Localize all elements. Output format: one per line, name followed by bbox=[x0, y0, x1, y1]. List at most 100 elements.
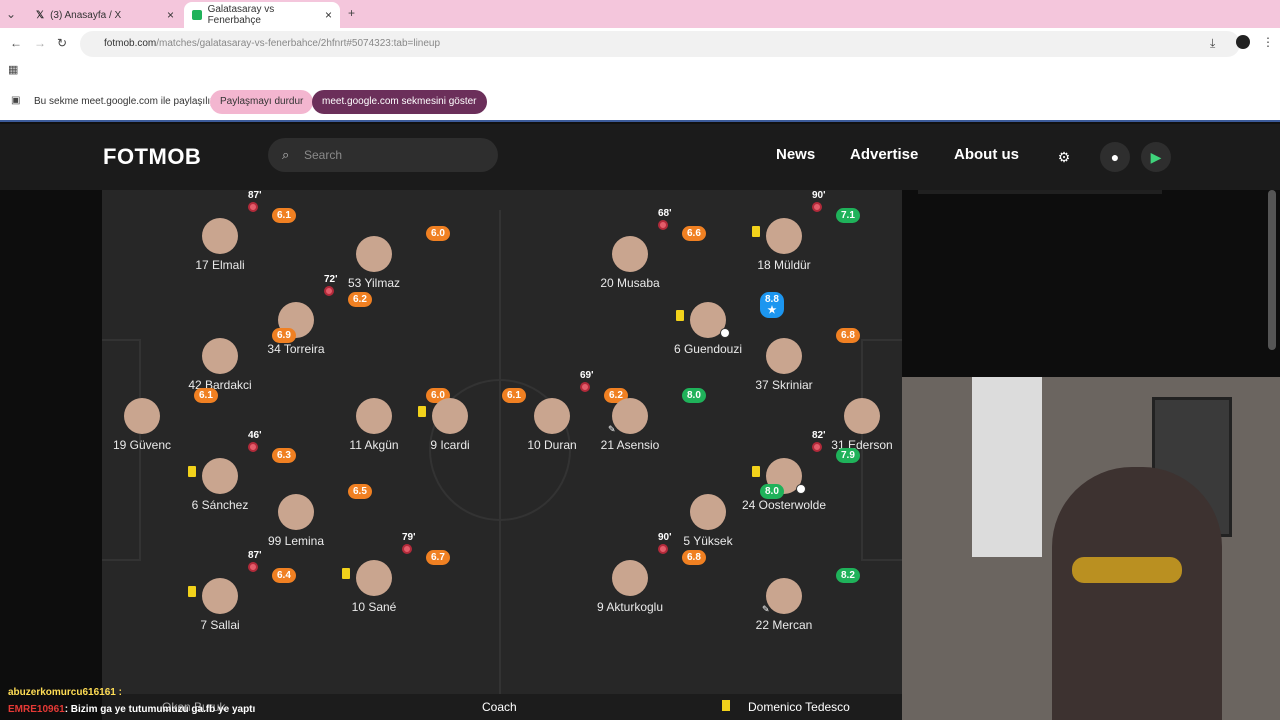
player[interactable]: 6.5 99 Lemina bbox=[236, 484, 372, 548]
rating-badge: 6.1 bbox=[194, 388, 218, 403]
yellow-card-icon bbox=[342, 568, 350, 579]
stop-sharing-button[interactable]: Paylaşmayı durdur bbox=[210, 90, 314, 114]
apple-icon[interactable]: ● bbox=[1100, 142, 1130, 172]
player[interactable]: 7.1 90' 18 Müldür bbox=[724, 190, 860, 272]
close-tab-icon[interactable]: × bbox=[167, 8, 174, 22]
yellow-card-icon bbox=[752, 226, 760, 237]
download-icon[interactable]: ⤓ bbox=[1210, 36, 1215, 51]
nav-about-us[interactable]: About us bbox=[954, 146, 1019, 163]
site-header: FOTMOB ⌕ Search News Advertise About us … bbox=[0, 124, 1280, 190]
nav-news[interactable]: News bbox=[776, 146, 815, 163]
rating-badge: 8.0 bbox=[760, 484, 784, 499]
fotmob-favicon-icon bbox=[192, 10, 202, 20]
player-avatar: 7.7 bbox=[844, 388, 938, 434]
nav-advertise[interactable]: Advertise bbox=[850, 146, 918, 163]
url-host: fotmob.com bbox=[104, 38, 157, 49]
wall-board bbox=[972, 377, 1042, 557]
menu-icon[interactable]: ⋮ bbox=[1262, 35, 1274, 49]
substitution-icon bbox=[248, 562, 258, 572]
player[interactable]: 6.8 37 Skriniar bbox=[724, 328, 860, 392]
tab-label: Galatasaray vs Fenerbahçe bbox=[207, 4, 275, 26]
scrollbar[interactable] bbox=[1268, 190, 1276, 350]
player[interactable]: 6.6 68' 20 Musaba bbox=[570, 208, 706, 290]
back-icon[interactable]: ← bbox=[10, 36, 22, 50]
google-play-icon[interactable]: ▶ bbox=[1141, 142, 1171, 172]
rating-badge: 6.4 bbox=[272, 568, 296, 583]
player[interactable]: 6.4 87' 7 Sallai bbox=[160, 550, 296, 632]
x-logo-icon: 𝕏 bbox=[36, 9, 45, 21]
new-tab-icon[interactable]: + bbox=[348, 6, 355, 20]
tab-fotmob[interactable]: Galatasaray vs Fenerbahçe × bbox=[184, 2, 340, 28]
tab-x[interactable]: 𝕏 (3) Anasayfa / X × bbox=[28, 2, 182, 28]
player-avatar: 6.8 bbox=[766, 328, 860, 374]
url-path: /matches/galatasaray-vs-fenerbahce/2hfnr… bbox=[156, 38, 441, 49]
rating-badge: 8.8 ★ bbox=[760, 292, 784, 318]
player[interactable]: 6.9 42 Bardakci bbox=[160, 328, 296, 392]
player-name: 17 Elmali bbox=[195, 258, 245, 272]
tab-list-icon[interactable]: ⌄ bbox=[6, 7, 16, 21]
player-name: 37 Skriniar bbox=[755, 378, 813, 392]
player-avatar: 6.5 bbox=[278, 484, 372, 530]
goal-ball-icon bbox=[720, 328, 730, 338]
substitution-icon bbox=[248, 442, 258, 452]
player[interactable]: 8.2 ✎ 22 Mercan bbox=[724, 568, 860, 632]
address-bar[interactable]: fotmob.com/matches/galatasaray-vs-fenerb… bbox=[80, 31, 1240, 57]
sub-time: 69' bbox=[580, 370, 594, 381]
yellow-card-icon bbox=[752, 466, 760, 477]
player[interactable]: 6.1 87' 17 Elmali bbox=[160, 190, 296, 272]
toolbar: ← → ↻ fotmob.com/matches/galatasaray-vs-… bbox=[0, 28, 1280, 60]
share-message: Bu sekme meet.google.com ile paylaşılıyo… bbox=[34, 96, 225, 107]
player-avatar: 8.2 ✎ bbox=[762, 568, 860, 614]
fotmob-logo[interactable]: FOTMOB bbox=[103, 144, 201, 170]
player[interactable]: 8.0 ✎ 21 Asensio bbox=[570, 388, 706, 452]
rating-badge: 8.2 bbox=[836, 568, 860, 583]
rating-badge: 6.9 bbox=[272, 328, 296, 343]
streamer bbox=[1052, 467, 1222, 720]
player-name: 7 Sallai bbox=[200, 618, 240, 632]
forward-icon[interactable]: → bbox=[34, 36, 46, 50]
side-card bbox=[918, 190, 1162, 194]
player-avatar: 6.6 68' bbox=[612, 208, 706, 272]
substitution-icon bbox=[580, 382, 590, 392]
coach-label: Coach bbox=[482, 700, 517, 714]
player-name: 99 Lemina bbox=[267, 534, 325, 548]
player-name: 42 Bardakci bbox=[188, 378, 252, 392]
rating-badge: 6.6 bbox=[682, 226, 706, 241]
chat-line: abuzerkomurcu616161 : bbox=[8, 687, 122, 698]
show-tab-button[interactable]: meet.google.com sekmesini göster bbox=[312, 90, 487, 114]
chat-line: EMRE10961: Bizim ga ye tutumumuzu ga.fb … bbox=[8, 704, 255, 715]
close-tab-icon[interactable]: × bbox=[325, 8, 332, 22]
player-avatar: 6.1 bbox=[418, 388, 526, 434]
substitution-icon bbox=[812, 202, 822, 212]
player-name: 22 Mercan bbox=[755, 618, 813, 632]
rating-badge: 6.0 bbox=[426, 226, 450, 241]
player[interactable]: 6.1 19 Güvenc bbox=[82, 388, 218, 452]
goal-ball-icon bbox=[796, 484, 806, 494]
player-avatar: 7.1 90' bbox=[752, 190, 860, 254]
player-name: 20 Musaba bbox=[600, 276, 660, 290]
sub-time: 79' bbox=[402, 532, 416, 543]
search-placeholder: Search bbox=[304, 148, 343, 162]
search-input[interactable]: ⌕ Search bbox=[268, 138, 498, 172]
player[interactable]: 6.7 79' 10 Sané bbox=[314, 532, 450, 614]
coach-right: Domenico Tedesco bbox=[748, 700, 850, 714]
profile-avatar[interactable] bbox=[1236, 35, 1250, 49]
rating-badge: 6.8 bbox=[836, 328, 860, 343]
player[interactable]: 6.8 90' 9 Akturkoglu bbox=[570, 532, 706, 614]
player-name: 10 Sané bbox=[351, 600, 397, 614]
chat-message: : Bizim ga ye tutumumuzu ga.fb ye yaptı bbox=[64, 704, 256, 715]
player-avatar: 8.8 ★ bbox=[676, 292, 784, 338]
player-name: 21 Asensio bbox=[600, 438, 660, 452]
sub-time: 87' bbox=[248, 190, 262, 201]
sub-time: 90' bbox=[658, 532, 672, 543]
rating-badge: 6.7 bbox=[426, 550, 450, 565]
sub-time: 82' bbox=[812, 430, 826, 441]
apps-grid-icon[interactable]: ▦ bbox=[8, 63, 18, 76]
yellow-card-icon bbox=[418, 406, 426, 417]
player-avatar: 6.2 69' bbox=[534, 370, 628, 434]
player-avatar: 6.8 90' bbox=[612, 532, 706, 596]
reload-icon[interactable]: ↻ bbox=[57, 36, 67, 50]
search-icon: ⌕ bbox=[282, 147, 290, 162]
rating-badge: 6.5 bbox=[348, 484, 372, 499]
settings-gear-icon[interactable]: ⚙ bbox=[1049, 142, 1079, 172]
